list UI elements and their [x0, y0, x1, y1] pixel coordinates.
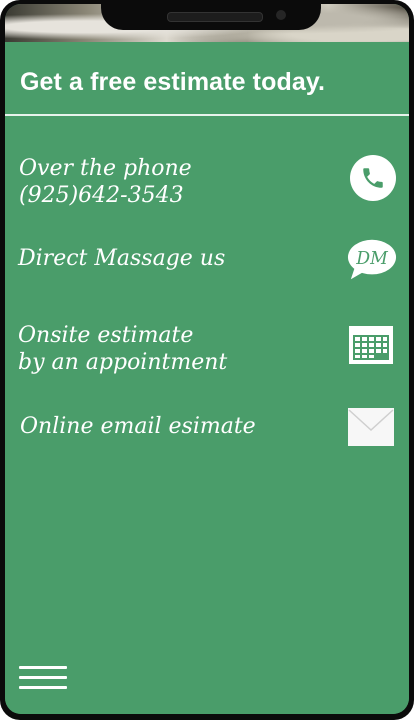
menu-bar-middle	[19, 676, 67, 679]
option-phone-label: Over the phone (925)642-3543	[19, 156, 192, 208]
option-phone[interactable]: Over the phone (925)642-3543	[5, 150, 409, 210]
option-dm-label: Direct Massage us	[18, 246, 226, 271]
menu-bar-bottom	[19, 686, 67, 689]
calendar-icon[interactable]	[348, 325, 394, 365]
option-direct-message[interactable]: Direct Massage us DM	[5, 236, 409, 284]
title-divider	[5, 114, 409, 116]
mail-icon[interactable]	[348, 408, 394, 446]
phone-icon[interactable]	[350, 155, 396, 201]
front-camera	[276, 10, 286, 20]
estimate-panel: Get a free estimate today. Over the phon…	[5, 42, 409, 714]
device-notch	[101, 4, 321, 30]
option-online-email[interactable]: Online email esimate	[5, 408, 409, 454]
menu-bar-top	[19, 666, 67, 669]
hamburger-menu-icon[interactable]	[19, 666, 67, 692]
speaker-grille	[167, 12, 263, 22]
app-screen: Get a free estimate today. Over the phon…	[5, 4, 409, 714]
option-onsite-label: Onsite estimate by an appointment	[18, 323, 228, 375]
option-email-label: Online email esimate	[20, 414, 256, 439]
phone-frame: Get a free estimate today. Over the phon…	[0, 0, 414, 720]
page-title: Get a free estimate today.	[20, 68, 326, 96]
dm-icon-text: DM	[355, 249, 389, 269]
option-onsite-appointment[interactable]: Onsite estimate by an appointment	[5, 320, 409, 378]
dm-chat-icon[interactable]: DM	[347, 238, 397, 282]
